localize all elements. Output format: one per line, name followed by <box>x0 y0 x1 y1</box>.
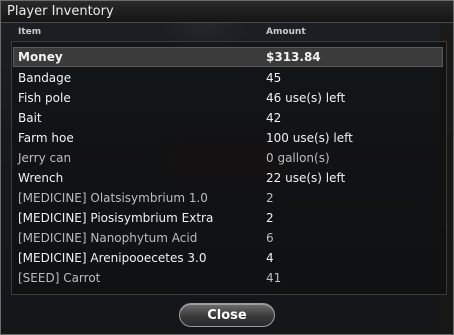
inventory-window: Player Inventory Item Amount Money $313.… <box>0 0 454 335</box>
item-name: Bait <box>18 111 42 125</box>
item-name: [MEDICINE] Piosisymbrium Extra <box>18 211 214 225</box>
table-row[interactable]: [MEDICINE] Olatsisymbrium 1.0 2 <box>13 188 443 208</box>
table-row[interactable]: Wrench 22 use(s) left <box>13 168 443 188</box>
column-header-item: Item <box>18 27 42 37</box>
item-name: [MEDICINE] Olatsisymbrium 1.0 <box>18 191 208 205</box>
item-name: Jerry can <box>18 151 72 165</box>
table-row[interactable]: Fish pole 46 use(s) left <box>13 88 443 108</box>
column-header-amount: Amount <box>266 27 306 37</box>
table-row[interactable]: [SEED] Carrot 41 <box>13 268 443 288</box>
item-amount: 22 use(s) left <box>266 171 346 185</box>
item-amount: 42 <box>266 111 282 125</box>
item-amount: $313.84 <box>266 50 321 64</box>
item-name: Farm hoe <box>18 131 74 145</box>
table-row[interactable]: [MEDICINE] Nanophytum Acid 6 <box>13 228 443 248</box>
item-name: Money <box>18 50 63 64</box>
item-amount: 46 use(s) left <box>266 91 346 105</box>
item-name: Wrench <box>18 171 64 185</box>
item-amount: 100 use(s) left <box>266 131 353 145</box>
item-name: Bandage <box>18 71 72 85</box>
item-name: Fish pole <box>18 91 71 105</box>
column-header: Item Amount <box>1 25 453 39</box>
table-row[interactable]: [MEDICINE] Piosisymbrium Extra 2 <box>13 208 443 228</box>
table-row[interactable]: Bait 42 <box>13 108 443 128</box>
item-amount: 6 <box>266 231 274 245</box>
item-amount: 4 <box>266 251 274 265</box>
item-name: [MEDICINE] Arenipooecetes 3.0 <box>18 251 207 265</box>
table-row[interactable]: Farm hoe 100 use(s) left <box>13 128 443 148</box>
item-name: [MEDICINE] Nanophytum Acid <box>18 231 198 245</box>
window-title: Player Inventory <box>1 1 453 23</box>
table-row[interactable]: Money $313.84 <box>13 47 443 67</box>
item-amount: 0 gallon(s) <box>266 151 330 165</box>
table-row[interactable]: Bandage 45 <box>13 68 443 88</box>
table-row[interactable]: [MEDICINE] Arenipooecetes 3.0 4 <box>13 248 443 268</box>
item-name: [SEED] Carrot <box>18 271 101 285</box>
item-amount: 45 <box>266 71 282 85</box>
item-amount: 41 <box>266 271 282 285</box>
table-row[interactable]: Jerry can 0 gallon(s) <box>13 148 443 168</box>
close-button[interactable]: Close <box>179 303 275 327</box>
item-amount: 2 <box>266 211 274 225</box>
item-amount: 2 <box>266 191 274 205</box>
